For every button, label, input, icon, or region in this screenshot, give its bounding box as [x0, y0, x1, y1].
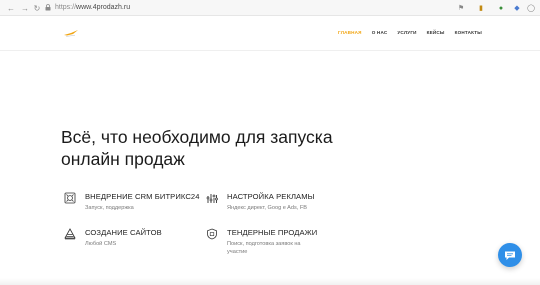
- reload-icon[interactable]: ↻: [32, 3, 42, 13]
- address-bar[interactable]: https://www.4prodazh.ru: [55, 3, 130, 13]
- website-icon: [64, 228, 76, 240]
- menu-item-about[interactable]: О НАС: [372, 30, 388, 35]
- service-title: СОЗДАНИЕ САЙТОВ: [85, 228, 162, 237]
- service-title: ТЕНДЕРНЫЕ ПРОДАЖИ: [227, 228, 318, 237]
- forward-arrow-icon[interactable]: →: [20, 3, 30, 13]
- site-header: ГЛАВНАЯ О НАС УСЛУГИ КЕЙСЫ КОНТАКТЫ: [0, 17, 540, 51]
- chat-button[interactable]: [498, 243, 522, 267]
- service-tenders[interactable]: ТЕНДЕРНЫЕ ПРОДАЖИ Поиск, подготовка заяв…: [206, 228, 317, 256]
- menu-item-contacts[interactable]: КОНТАКТЫ: [455, 30, 482, 35]
- url-host: www.4prodazh.ru: [76, 4, 131, 11]
- hero-title-line-2: онлайн продаж: [61, 149, 185, 169]
- service-title: НАСТРОЙКА РЕКЛАМЫ: [227, 192, 315, 201]
- extension-icon-2[interactable]: ●: [496, 3, 506, 13]
- crm-icon: [64, 192, 76, 204]
- menu-item-cases[interactable]: КЕЙСЫ: [427, 30, 445, 35]
- page-bottom-shadow: [0, 278, 540, 285]
- service-crm[interactable]: ВНЕДРЕНИЕ CRM БИТРИКС24 Запуск, поддержк…: [64, 192, 200, 212]
- service-title: ВНЕДРЕНИЕ CRM БИТРИКС24: [85, 192, 200, 201]
- menu-item-home[interactable]: ГЛАВНАЯ: [338, 30, 362, 35]
- browser-toolbar: ← → ↻ https://www.4prodazh.ru ⚑ ▮ ● ◆ ◯: [0, 0, 540, 16]
- extension-icon[interactable]: ▮: [476, 3, 486, 13]
- service-desc: Запуск, поддержка: [85, 205, 134, 211]
- service-desc: Поиск, подготовка заявок на участие: [227, 241, 301, 255]
- hero-title: Всё, что необходимо для запуска онлайн п…: [61, 126, 391, 170]
- profile-icon[interactable]: ◯: [526, 3, 536, 13]
- service-desc: Яндекс директ, Goog e Ads, FB: [227, 205, 308, 211]
- menu-item-services[interactable]: УСЛУГИ: [397, 30, 416, 35]
- main-menu: ГЛАВНАЯ О НАС УСЛУГИ КЕЙСЫ КОНТАКТЫ: [338, 30, 492, 35]
- back-arrow-icon[interactable]: ←: [6, 3, 16, 13]
- lock-icon: [45, 4, 51, 11]
- bookmark-icon[interactable]: ⚑: [456, 3, 466, 13]
- logo-bird-icon[interactable]: [63, 27, 79, 39]
- ads-settings-icon: [206, 194, 218, 203]
- chat-bubble-icon: [505, 251, 515, 260]
- url-protocol: https://: [55, 4, 77, 11]
- service-desc: Любой CMS: [85, 241, 117, 247]
- shield-icon: [207, 228, 217, 240]
- service-ads[interactable]: НАСТРОЙКА РЕКЛАМЫ Яндекс директ, Goog e …: [206, 192, 314, 212]
- hero-title-line-1: Всё, что необходимо для запуска: [61, 127, 333, 147]
- extension-icon-3[interactable]: ◆: [512, 3, 522, 13]
- service-websites[interactable]: СОЗДАНИЕ САЙТОВ Любой CMS: [64, 228, 162, 248]
